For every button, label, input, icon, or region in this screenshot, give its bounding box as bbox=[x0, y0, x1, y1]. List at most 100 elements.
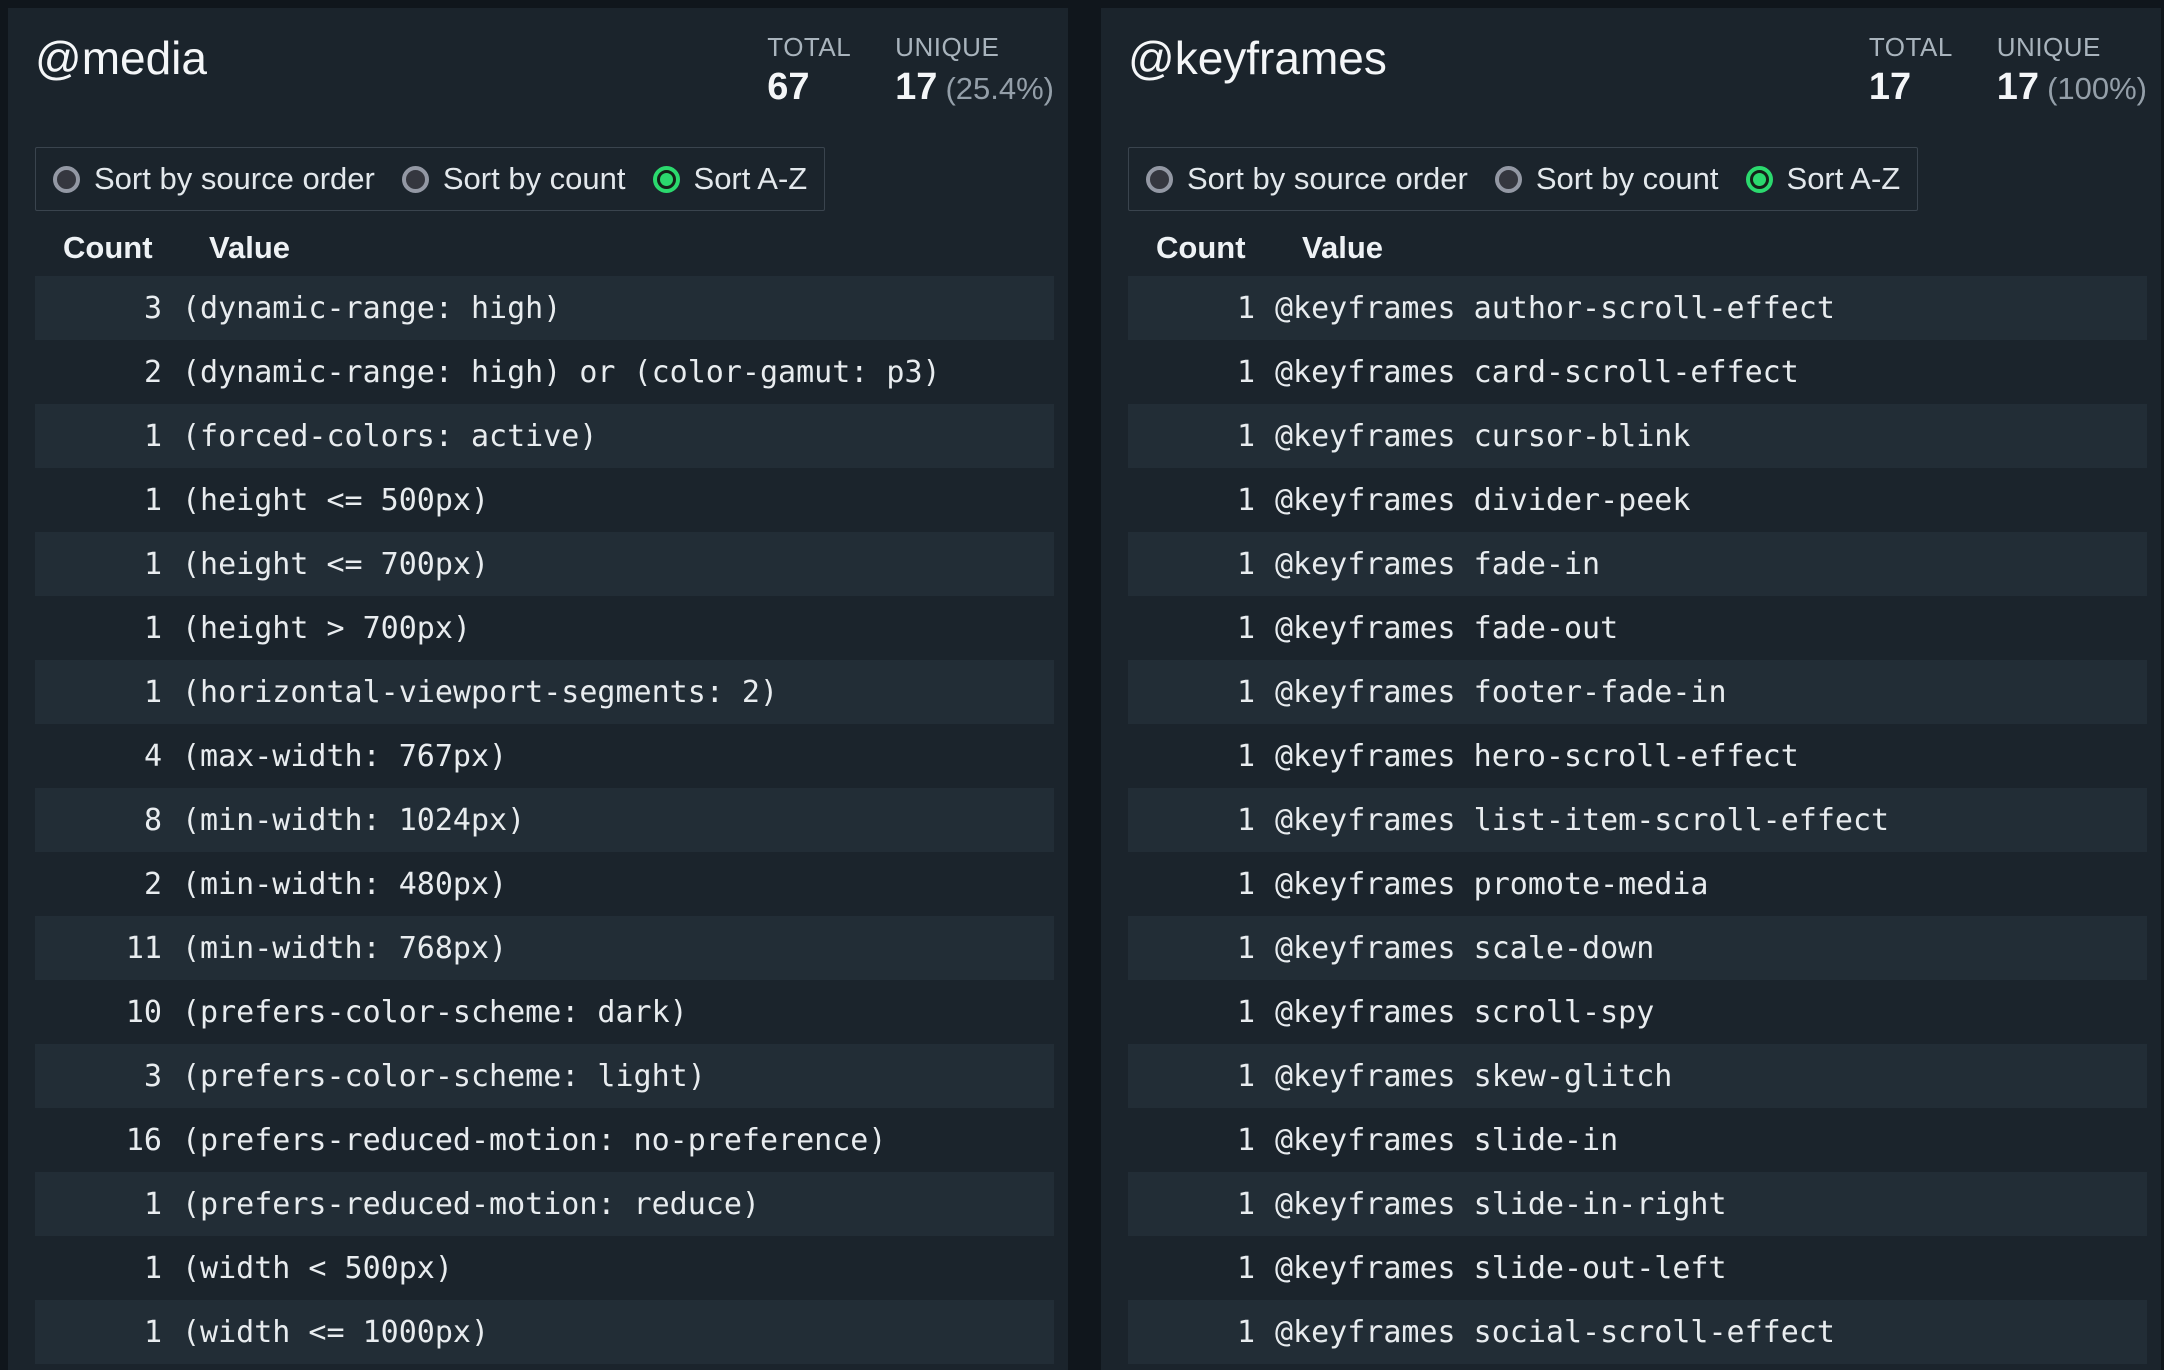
sort-a-z-radio[interactable]: Sort A-Z bbox=[1746, 161, 1901, 197]
row-count: 1 bbox=[1128, 931, 1255, 966]
row-count: 2 bbox=[35, 355, 162, 390]
sort-option-label: Sort by count bbox=[1536, 161, 1719, 197]
row-count: 1 bbox=[1128, 1187, 1255, 1222]
row-count: 1 bbox=[1128, 483, 1255, 518]
row-count: 16 bbox=[35, 1123, 162, 1158]
row-value: (horizontal-viewport-segments: 2) bbox=[182, 675, 778, 710]
row-count: 2 bbox=[35, 867, 162, 902]
table-row: 1 @keyframes list-item-scroll-effect bbox=[1128, 788, 2147, 852]
sort-by-source-order-radio[interactable]: Sort by source order bbox=[1146, 161, 1468, 197]
radio-icon bbox=[402, 166, 429, 193]
sort-a-z-radio[interactable]: Sort A-Z bbox=[653, 161, 808, 197]
table-row: 1@keyframes fade-out bbox=[1128, 596, 2147, 660]
row-count: 1 bbox=[1128, 547, 1255, 582]
table-row: 1@keyframes slide-in-right bbox=[1128, 1172, 2147, 1236]
row-count: 4 bbox=[35, 739, 162, 774]
total-stat: TOTAL 17 bbox=[1869, 32, 1953, 109]
row-value: @keyframes fade-in bbox=[1275, 547, 1600, 582]
row-count: 1 bbox=[1128, 355, 1255, 390]
table-body: 3 (dynamic-range: high) 2 (dynamic-range: h… bbox=[35, 276, 1054, 1364]
radio-icon bbox=[1146, 166, 1173, 193]
radio-icon bbox=[53, 166, 80, 193]
unique-stat: UNIQUE 17 (25.4%) bbox=[895, 32, 1054, 109]
table-row: 1 @keyframes slide-out-left bbox=[1128, 1236, 2147, 1300]
row-count: 1 bbox=[1128, 1059, 1255, 1094]
table-row: 3(prefers-color-scheme: light) bbox=[35, 1044, 1054, 1108]
row-value: (dynamic-range: high) bbox=[182, 291, 561, 326]
row-count: 10 bbox=[35, 995, 162, 1030]
row-count: 1 bbox=[1128, 611, 1255, 646]
row-value: (forced-colors: active) bbox=[182, 419, 597, 454]
sort-by-source-order-radio[interactable]: Sort by source order bbox=[53, 161, 375, 197]
column-header-value: Value bbox=[209, 228, 290, 268]
unique-value: 17 bbox=[1997, 66, 2039, 109]
row-value: @keyframes list-item-scroll-effect bbox=[1275, 803, 1889, 838]
row-value: (width <= 1000px) bbox=[182, 1315, 489, 1350]
panel-header: @keyframes TOTAL 17 UNIQUE 17 (100%) bbox=[1128, 32, 2147, 109]
table-row: 16(prefers-reduced-motion: no-preference… bbox=[35, 1108, 1054, 1172]
panel-title: @media bbox=[35, 32, 207, 85]
at-media-panel: @media TOTAL 67 UNIQUE 17 (25.4%) Sort b… bbox=[8, 8, 1068, 1370]
row-count: 8 bbox=[35, 803, 162, 838]
table-row: 1@keyframes author-scroll-effect bbox=[1128, 276, 2147, 340]
sort-options-group: Sort by source order Sort by count Sort … bbox=[35, 147, 825, 211]
row-count: 1 bbox=[1128, 1251, 1255, 1286]
table-row: 1@keyframes scale-down bbox=[1128, 916, 2147, 980]
sort-options-group: Sort by source order Sort by count Sort … bbox=[1128, 147, 1918, 211]
row-count: 1 bbox=[35, 419, 162, 454]
row-count: 1 bbox=[35, 483, 162, 518]
table-row: 10 (prefers-color-scheme: dark) bbox=[35, 980, 1054, 1044]
row-count: 3 bbox=[35, 291, 162, 326]
table-row: 1 @keyframes fade-in bbox=[1128, 532, 2147, 596]
row-value: @keyframes scroll-spy bbox=[1275, 995, 1654, 1030]
table-row: 1(height > 700px) bbox=[35, 596, 1054, 660]
row-count: 1 bbox=[35, 547, 162, 582]
table-row: 1 (horizontal-viewport-segments: 2) bbox=[35, 660, 1054, 724]
row-count: 1 bbox=[35, 1187, 162, 1222]
panel-title: @keyframes bbox=[1128, 32, 1387, 85]
table-row: 1 @keyframes divider-peek bbox=[1128, 468, 2147, 532]
row-value: @keyframes slide-out-left bbox=[1275, 1251, 1727, 1286]
row-value: @keyframes divider-peek bbox=[1275, 483, 1690, 518]
radio-icon bbox=[1495, 166, 1522, 193]
table-header: Count Value bbox=[35, 228, 1054, 268]
row-count: 1 bbox=[35, 675, 162, 710]
table-body: 1@keyframes author-scroll-effect1@keyfra… bbox=[1128, 276, 2147, 1364]
row-count: 1 bbox=[1128, 995, 1255, 1030]
sort-by-count-radio[interactable]: Sort by count bbox=[1495, 161, 1719, 197]
row-count: 1 bbox=[1128, 1315, 1255, 1350]
unique-stat: UNIQUE 17 (100%) bbox=[1997, 32, 2147, 109]
table-row: 1@keyframes footer-fade-in bbox=[1128, 660, 2147, 724]
table-row: 3 (dynamic-range: high) bbox=[35, 276, 1054, 340]
row-count: 1 bbox=[1128, 867, 1255, 902]
panel-header: @media TOTAL 67 UNIQUE 17 (25.4%) bbox=[35, 32, 1054, 109]
row-value: (min-width: 1024px) bbox=[182, 803, 525, 838]
row-value: @keyframes skew-glitch bbox=[1275, 1059, 1672, 1094]
unique-percentage: (25.4%) bbox=[945, 71, 1054, 107]
sort-by-count-radio[interactable]: Sort by count bbox=[402, 161, 626, 197]
total-value: 67 bbox=[767, 66, 809, 109]
total-stat: TOTAL 67 bbox=[767, 32, 851, 109]
row-count: 1 bbox=[35, 611, 162, 646]
column-header-count: Count bbox=[1156, 230, 1246, 265]
row-value: (height <= 500px) bbox=[182, 483, 489, 518]
row-count: 1 bbox=[1128, 1123, 1255, 1158]
at-keyframes-panel: @keyframes TOTAL 17 UNIQUE 17 (100%) Sor… bbox=[1101, 8, 2161, 1370]
unique-value: 17 bbox=[895, 66, 937, 109]
radio-icon bbox=[1746, 166, 1773, 193]
column-header-value: Value bbox=[1302, 228, 1383, 268]
table-row: 1 (height <= 500px) bbox=[35, 468, 1054, 532]
table-row: 8 (min-width: 1024px) bbox=[35, 788, 1054, 852]
row-count: 1 bbox=[35, 1315, 162, 1350]
row-value: (prefers-color-scheme: dark) bbox=[182, 995, 688, 1030]
table-row: 1(prefers-reduced-motion: reduce) bbox=[35, 1172, 1054, 1236]
panel-stats: TOTAL 17 UNIQUE 17 (100%) bbox=[1869, 32, 2147, 109]
total-label: TOTAL bbox=[1869, 32, 1953, 63]
row-value: (width < 500px) bbox=[182, 1251, 453, 1286]
table-row: 1(height <= 700px) bbox=[35, 532, 1054, 596]
row-count: 1 bbox=[1128, 803, 1255, 838]
table-row: 2(min-width: 480px) bbox=[35, 852, 1054, 916]
row-value: (prefers-color-scheme: light) bbox=[182, 1059, 706, 1094]
table-header: Count Value bbox=[1128, 228, 2147, 268]
table-row: 1 (forced-colors: active) bbox=[35, 404, 1054, 468]
